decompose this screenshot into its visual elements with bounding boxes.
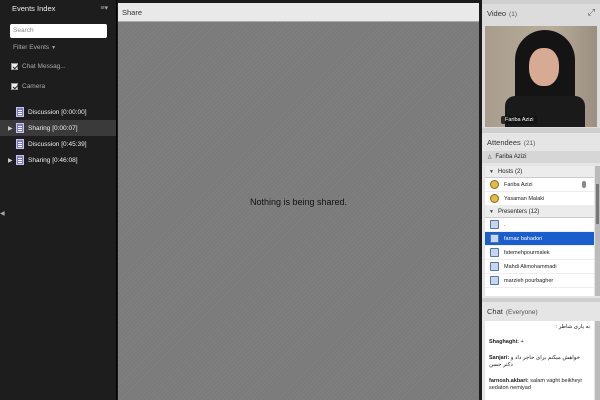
attendee-name: marzieh pourbagher [504,277,554,284]
right-column: Video (1) ⤢ Fariba Azizi Attendees (21) ♙ … [482,0,600,400]
filter-events-label: Filter Events [13,44,50,51]
expand-arrow-icon[interactable]: ▶ [8,157,16,164]
attendees-pod-header: Attendees (21) [482,133,600,151]
video-participant-name: Fariba Azizi [501,116,538,124]
chat-message-text: + [520,339,524,346]
share-status-message: Nothing is being shared. [249,197,348,207]
events-index-title: Events Index [12,4,56,13]
video-pod: Video (1) ⤢ Fariba Azizi [482,4,600,128]
fullscreen-icon[interactable]: ⤢ [588,7,595,18]
chat-scrollbar[interactable] [595,321,600,400]
attendee-name: Mahdi Alimohammadi [504,263,557,270]
host-icon [490,194,499,203]
presenter-icon [490,234,499,243]
checkbox-label: Camera [22,83,46,90]
attendees-scrollbar[interactable] [595,166,600,296]
chat-messages: به یاری شاطر : Shaghaghi: + Sanjari: خوا… [485,321,594,400]
event-label: Discussion [0:00:00] [28,108,87,116]
event-item[interactable]: Discussion [0:45:39] [0,136,116,152]
attendee-name: Yasaman Malaki [504,195,545,202]
chat-message: Sanjari: خواهش میکنم برای حاجر داد و دکت… [489,355,590,370]
collapse-triangle-icon: ▼ [489,168,494,175]
camera-checkbox[interactable]: Camera [11,83,45,90]
attendee-name: farnaz bahadori [504,235,543,242]
chat-sender: farnosh.akbari: [489,377,529,384]
attendee-row-selected[interactable]: farnaz bahadori [485,232,594,246]
video-pod-title: Video [487,9,507,18]
event-label: Discussion [0:45:39] [28,140,87,148]
document-icon [16,123,24,133]
presenter-icon [490,262,499,271]
events-list: Discussion [0:00:00] ▶ Sharing [0:00:07]… [0,104,116,168]
webcam-feed[interactable]: Fariba Azizi [485,26,597,127]
video-count: (1) [509,11,517,18]
checkbox-checked-icon [11,63,18,70]
presenters-group-label: Presenters (12) [497,208,540,215]
share-pod-title: Share [122,8,143,17]
presenter-icon [490,276,499,285]
microphone-icon [582,181,586,188]
presenters-group-header[interactable]: ▼ Presenters (12) [485,206,594,218]
chat-message: farnosh.akbari: salam vaght beikheyr sed… [489,378,590,393]
chat-pod-title: Chat [487,307,503,316]
chevron-down-icon: ▼ [51,45,57,51]
attendees-count: (21) [523,140,536,147]
video-person-face [529,48,559,86]
scrollbar-thumb[interactable] [596,184,599,224]
chat-sender: Sanjari: [489,354,510,361]
attendee-row[interactable]: fatemehpourmalek [485,246,594,260]
event-label: Sharing [0:46:08] [28,156,78,164]
host-icon [490,180,499,189]
presenter-icon [490,220,499,229]
attendee-row[interactable]: Mahdi Alimohammadi [485,260,594,274]
chat-pod-header: Chat (Everyone) [482,302,600,320]
collapse-triangle-icon: ▼ [489,208,494,215]
chat-message: به یاری شاطر : [489,324,590,331]
events-index-panel: Events Index ≡▾ Search Filter Events ▼ Ch… [0,0,117,400]
current-user-row[interactable]: ♙ Fariba Azizi [482,151,600,163]
attendees-list: ▼ Hosts (2) Fariba Azizi Yasaman Malaki … [485,166,594,296]
hosts-group-header[interactable]: ▼ Hosts (2) [485,166,594,178]
event-item[interactable]: ▶ Sharing [0:46:08] [0,152,116,168]
attendee-row[interactable]: Fariba Azizi [485,178,594,192]
collapse-panel-icon[interactable]: ◀ [0,210,5,220]
presenter-icon [490,248,499,257]
expand-arrow-icon[interactable]: ▶ [8,125,16,132]
chat-sender: Shaghaghi: [489,339,519,346]
attendee-row[interactable]: Yasaman Malaki [485,192,594,206]
checkbox-checked-icon [11,83,18,90]
filter-events-dropdown[interactable]: Filter Events ▼ [13,44,56,51]
attendee-row[interactable]: marzieh pourbagher [485,274,594,288]
chat-pod: Chat (Everyone) به یاری شاطر : Shaghaghi:… [482,302,600,400]
attendee-name: Fariba Azizi [504,181,533,188]
document-icon [16,155,24,165]
attendees-pod: Attendees (21) ♙ Fariba Azizi ▼ Hosts (2)… [482,133,600,298]
document-icon [16,107,24,117]
checkbox-label: Chat Messag... [22,63,66,70]
events-index-header: Events Index ≡▾ [0,0,116,17]
search-input[interactable]: Search [10,24,107,38]
current-user-name: Fariba Azizi [495,154,527,160]
hosts-group-label: Hosts (2) [497,168,523,175]
person-icon: ♙ [487,154,493,161]
event-item[interactable]: Discussion [0:00:00] [0,104,116,120]
share-pod-header: Share [118,3,479,22]
document-icon [16,139,24,149]
share-pod: Share Nothing is being shared. [118,3,479,400]
event-label: Sharing [0:00:07] [28,124,78,132]
attendees-pod-title: Attendees [487,138,521,147]
panel-menu-icon[interactable]: ≡▾ [100,4,108,12]
attendee-name: fatemehpourmalek [504,249,550,256]
attendee-name: . [504,221,506,228]
chat-scope: (Everyone) [505,309,538,316]
video-pod-header: Video (1) ⤢ [482,4,600,22]
attendee-row[interactable]: . [485,218,594,232]
chat-messages-checkbox[interactable]: Chat Messag... [11,63,66,70]
event-item[interactable]: ▶ Sharing [0:00:07] [0,120,116,136]
chat-message: Shaghaghi: + [489,339,590,346]
chat-message-text: به یاری شاطر : [555,324,590,330]
